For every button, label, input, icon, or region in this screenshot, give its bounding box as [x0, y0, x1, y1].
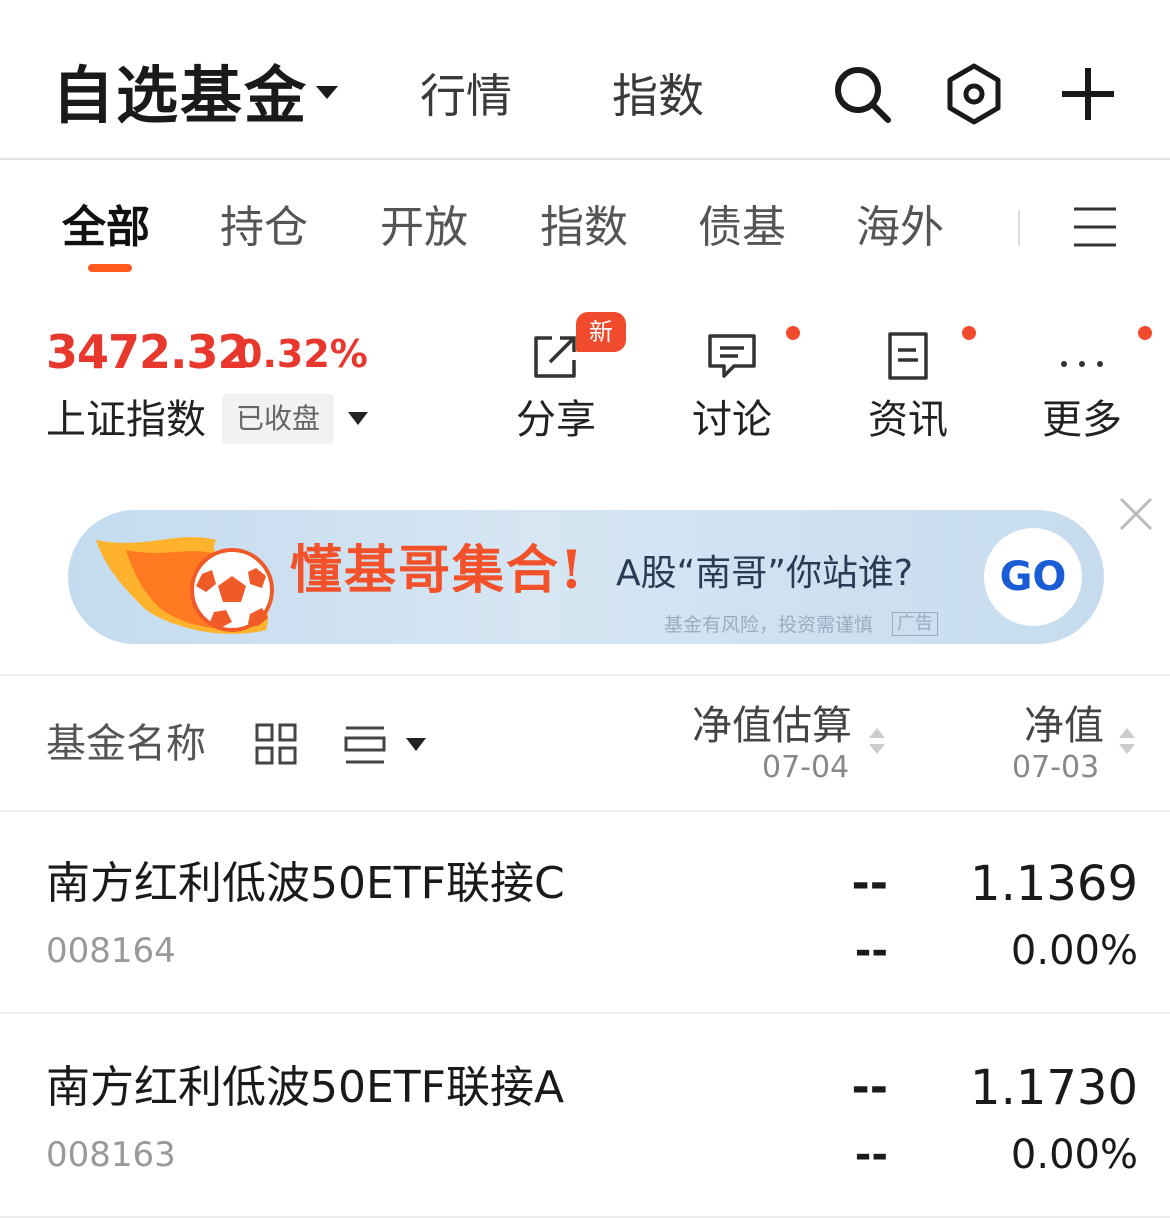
- banner-title: 懂基哥集合!: [290, 540, 585, 601]
- new-badge: 新: [576, 312, 626, 352]
- top-header: 自选基金 行情 指数: [0, 0, 1170, 160]
- close-icon[interactable]: [1118, 496, 1154, 532]
- tab-market[interactable]: 行情: [420, 66, 512, 126]
- column-header-estimate[interactable]: 净值估算: [692, 700, 852, 752]
- share-icon: [534, 336, 576, 378]
- divider: [0, 674, 1170, 676]
- active-tab-indicator: [88, 264, 132, 272]
- nav-date: 07-03: [1012, 750, 1100, 785]
- discuss-label: 讨论: [692, 397, 772, 443]
- category-tabs: 全部 持仓 开放 指数 债基 海外: [0, 162, 1170, 290]
- category-tab-bond[interactable]: 债基: [698, 200, 786, 256]
- plus-icon[interactable]: [1056, 62, 1120, 126]
- title-dropdown-caret-icon[interactable]: [316, 86, 338, 99]
- index-name[interactable]: 上证指数: [46, 394, 206, 446]
- tab-index[interactable]: 指数: [612, 66, 704, 126]
- view-dropdown-caret-icon[interactable]: [406, 738, 426, 751]
- column-header-fund-name: 基金名称: [46, 721, 206, 767]
- tabs-divider: [1018, 210, 1020, 246]
- page-title[interactable]: 自选基金: [52, 56, 308, 136]
- more-notification-dot: [1138, 326, 1152, 340]
- more-label: 更多: [1042, 397, 1122, 443]
- search-icon[interactable]: [830, 62, 894, 126]
- category-tab-overseas[interactable]: 海外: [856, 200, 944, 256]
- index-dropdown-caret-icon[interactable]: [348, 412, 368, 425]
- category-tab-index[interactable]: 指数: [540, 200, 628, 256]
- fund-estimate: --: [851, 1062, 888, 1113]
- grid-view-icon[interactable]: [254, 722, 298, 766]
- ad-label: 广告: [892, 612, 938, 636]
- discuss-button[interactable]: 讨论: [662, 320, 802, 450]
- menu-icon[interactable]: [1072, 206, 1118, 248]
- fund-estimate-change: --: [854, 928, 888, 974]
- banner-tagline: A股“南哥”你站谁?: [616, 553, 914, 594]
- news-label: 资讯: [868, 397, 948, 443]
- fund-estimate-change: --: [854, 1132, 888, 1178]
- fund-name: 南方红利低波50ETF联接A: [46, 1062, 565, 1113]
- fund-nav-change: 0.00%: [1010, 1132, 1138, 1178]
- banner-go-button[interactable]: GO: [984, 528, 1082, 626]
- estimate-date: 07-04: [762, 750, 850, 785]
- discuss-notification-dot: [786, 326, 800, 340]
- banner-disclaimer: 基金有风险，投资需谨慎: [664, 614, 874, 636]
- fund-code: 008163: [46, 1135, 176, 1175]
- sort-estimate-icon[interactable]: [868, 726, 886, 756]
- fund-row[interactable]: 南方红利低波50ETF联接C 008164 -- -- 1.1369 0.00%: [0, 812, 1170, 1014]
- fund-code: 008164: [46, 931, 176, 971]
- ad-banner[interactable]: 懂基哥集合! A股“南哥”你站谁? 基金有风险，投资需谨慎 广告 GO: [68, 510, 1104, 644]
- sort-nav-icon[interactable]: [1118, 726, 1136, 756]
- index-change[interactable]: 0.32%: [236, 330, 368, 378]
- more-button[interactable]: 更多: [1012, 320, 1152, 450]
- column-header-nav[interactable]: 净值: [1024, 700, 1104, 752]
- category-tab-open[interactable]: 开放: [380, 200, 468, 256]
- fund-nav: 1.1730: [970, 1060, 1138, 1116]
- fund-estimate: --: [851, 858, 888, 909]
- category-tab-holdings[interactable]: 持仓: [220, 200, 308, 256]
- fund-name: 南方红利低波50ETF联接C: [46, 858, 565, 909]
- news-button[interactable]: 资讯: [838, 320, 978, 450]
- more-dots-icon: [1061, 361, 1103, 367]
- index-value[interactable]: 3472.32: [46, 324, 250, 380]
- fund-nav: 1.1369: [970, 856, 1138, 912]
- fund-row[interactable]: 南方红利低波50ETF联接A 008163 -- -- 1.1730 0.00%: [0, 1016, 1170, 1218]
- share-label: 分享: [516, 397, 596, 443]
- fund-nav-change: 0.00%: [1010, 928, 1138, 974]
- chat-bubble-icon: [708, 334, 756, 378]
- category-tab-all[interactable]: 全部: [62, 200, 150, 256]
- list-view-icon[interactable]: [344, 724, 386, 766]
- document-icon: [888, 332, 928, 380]
- market-status-badge: 已收盘: [222, 394, 335, 444]
- settings-hexagon-icon[interactable]: [942, 62, 1006, 126]
- news-notification-dot: [962, 326, 976, 340]
